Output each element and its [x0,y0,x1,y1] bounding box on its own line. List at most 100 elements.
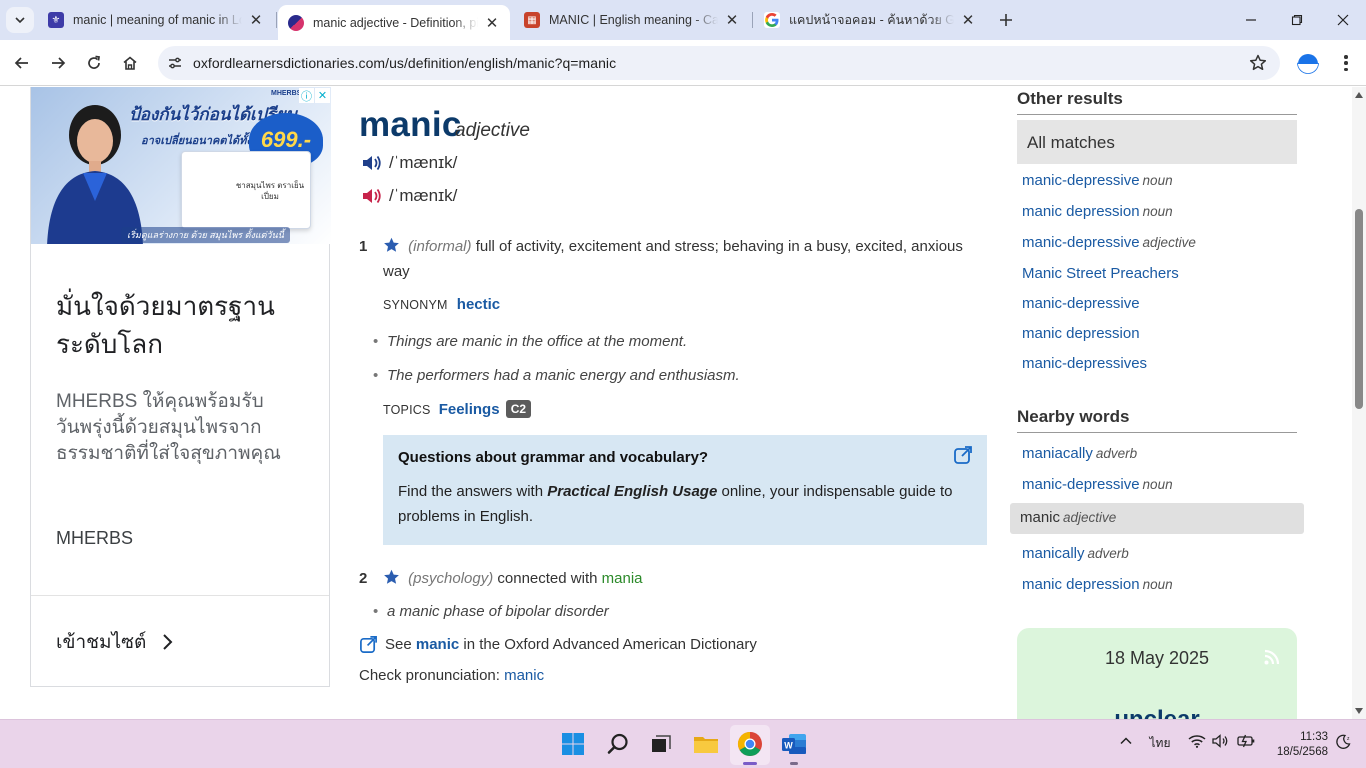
nearby-word-item[interactable]: maniacally adverb [1022,445,1137,462]
ad-banner-image[interactable]: ป้องกันไว้ก่อนได้เปรียบ อาจเปลี่ยนอนาคตไ… [31,87,331,244]
grammar-box-text: Find the answers with Practical English … [398,479,973,529]
speaker-red-icon[interactable] [361,186,383,206]
oxford-3000-star-icon[interactable] [383,237,400,253]
other-result-item[interactable]: Manic Street Preachers [1022,265,1179,282]
other-result-item[interactable]: manic-depressive [1022,295,1140,312]
topics-row: TOPICS Feelings C2 [383,400,532,418]
bookmark-star-icon[interactable] [1248,53,1268,73]
profile-avatar-icon[interactable] [1296,51,1320,75]
word-of-the-day-word[interactable]: unclear [1017,706,1297,719]
ad-title[interactable]: มั่นใจด้วยมาตรฐานระดับโลก [56,287,296,363]
synonym-link[interactable]: hectic [457,296,500,313]
plus-icon [1000,14,1012,26]
ad-banner-logo: MHERBS [271,90,302,97]
rss-feed-icon[interactable] [1263,648,1281,666]
close-icon[interactable]: ✕ [248,12,264,29]
speaker-blue-icon[interactable] [361,153,383,173]
scroll-up-arrow[interactable] [1355,92,1363,98]
show-hidden-icons-button[interactable] [1116,734,1136,748]
close-icon[interactable]: ✕ [484,15,500,32]
cross-reference-link-mania[interactable]: mania [602,570,643,587]
task-view-button[interactable] [646,729,676,759]
see-also-link[interactable]: manic [416,636,459,653]
close-icon[interactable]: ✕ [960,12,976,29]
reload-button[interactable] [79,48,109,78]
nearby-word-item[interactable]: manically adverb [1022,545,1129,562]
google-icon [764,12,780,28]
back-button[interactable] [7,48,37,78]
all-matches-tab[interactable]: All matches [1017,120,1297,164]
other-result-item[interactable]: manic-depressives [1022,355,1147,372]
scrollbar-thumb[interactable] [1355,209,1363,409]
word-icon: W [782,734,806,754]
start-button[interactable] [558,729,588,759]
ad-description[interactable]: MHERBS ให้คุณพร้อมรับวันพรุ่งนี้ด้วยสมุน… [56,389,286,467]
pronunciation-text: /ˈmænɪk/ [389,153,458,172]
see-also-prefix: See [385,636,416,653]
home-button[interactable] [115,48,145,78]
grammar-promo-box[interactable]: Questions about grammar and vocabulary? … [383,435,987,545]
oxford-icon [288,14,304,31]
svg-text:z: z [1347,736,1350,742]
advertisement[interactable]: ป้องกันไว้ก่อนได้เปรียบ อาจเปลี่ยนอนาคตไ… [30,87,331,687]
topic-link-feelings[interactable]: Feelings [439,401,500,418]
site-info-icon[interactable] [164,52,186,74]
forward-button[interactable] [43,48,73,78]
oxford-3000-star-icon[interactable] [383,569,400,585]
nearby-word-item[interactable]: manic depression noun [1022,576,1173,593]
grammar-product-link[interactable]: Practical English Usage [547,483,717,500]
page-scrollbar[interactable] [1352,87,1366,719]
see-also-row: See manic in the Oxford Advanced America… [359,635,757,654]
sense-1-definition: (informal) full of activity, excitement … [383,234,973,284]
other-result-item[interactable]: manic depression noun [1022,203,1173,220]
word-of-the-day-card[interactable]: 18 May 2025 unclear [1017,628,1297,719]
tab-strip: ⚜ manic | meaning of manic in Lo ✕ manic… [0,0,1366,40]
chevron-right-icon [163,634,173,650]
tab-search-button[interactable] [6,7,34,33]
battery-button[interactable] [1234,734,1258,748]
other-result-item[interactable]: manic-depressive adjective [1022,234,1196,251]
address-bar[interactable]: oxfordlearnersdictionaries.com/us/defini… [158,46,1280,80]
file-explorer-button[interactable] [691,729,721,759]
nearby-word-item[interactable]: manic-depressive noun [1022,476,1173,493]
new-tab-button[interactable] [994,8,1018,32]
wifi-button[interactable] [1186,734,1208,748]
result-word: Manic Street Preachers [1022,265,1179,282]
tab-longman[interactable]: ⚜ manic | meaning of manic in Lo ✕ [38,5,274,35]
check-pronunciation-link[interactable]: manic [504,667,544,684]
word-taskbar-button[interactable]: W [779,729,809,759]
ad-close-icon[interactable]: ✕ [315,88,330,103]
ad-product-pack: ชาสมุนไพร ตราเย็นเปี่ยม [181,151,311,229]
notification-button[interactable]: z [1332,734,1354,750]
tab-cambridge[interactable]: ▦ MANIC | English meaning - Cam ✕ [514,5,750,35]
volume-button[interactable] [1210,734,1232,748]
minimize-button[interactable] [1228,0,1274,40]
tab-google[interactable]: แคปหน้าจอคอม - ค้นหาด้วย Google ✕ [754,5,986,35]
nearby-word-current[interactable]: manic adjective [1010,503,1304,534]
sense-number: 2 [359,570,368,587]
browser-menu-button[interactable] [1336,52,1356,74]
ad-info-icon[interactable]: ⓘ [299,88,314,103]
external-link-icon[interactable] [359,635,378,654]
home-icon [123,56,137,70]
external-link-icon[interactable] [953,445,973,465]
other-result-item[interactable]: manic depression [1022,325,1140,342]
chrome-taskbar-button[interactable] [735,729,765,759]
taskbar-search-button[interactable] [603,729,633,759]
other-result-item[interactable]: manic-depressive noun [1022,172,1173,189]
close-window-button[interactable] [1320,0,1366,40]
taskbar-clock[interactable]: 11:33 18/5/2568 [1262,730,1328,760]
close-icon[interactable]: ✕ [724,12,740,29]
input-language-indicator[interactable]: ไทย [1145,734,1175,753]
nearby-pos: adverb [1087,546,1129,561]
nearby-word: manic [1020,509,1061,526]
topics-label: TOPICS [383,403,431,417]
tab-oxford[interactable]: manic adjective - Definition, pic ✕ [278,5,510,40]
scroll-down-arrow[interactable] [1355,708,1363,714]
folder-icon [694,737,718,753]
ad-visit-site-link[interactable]: เข้าชมไซต์ [56,627,178,657]
url-text[interactable]: oxfordlearnersdictionaries.com/us/defini… [193,55,616,71]
synonym-row: SYNONYM hectic [383,296,500,313]
restore-button[interactable] [1274,0,1320,40]
ad-brand[interactable]: MHERBS [56,528,133,549]
